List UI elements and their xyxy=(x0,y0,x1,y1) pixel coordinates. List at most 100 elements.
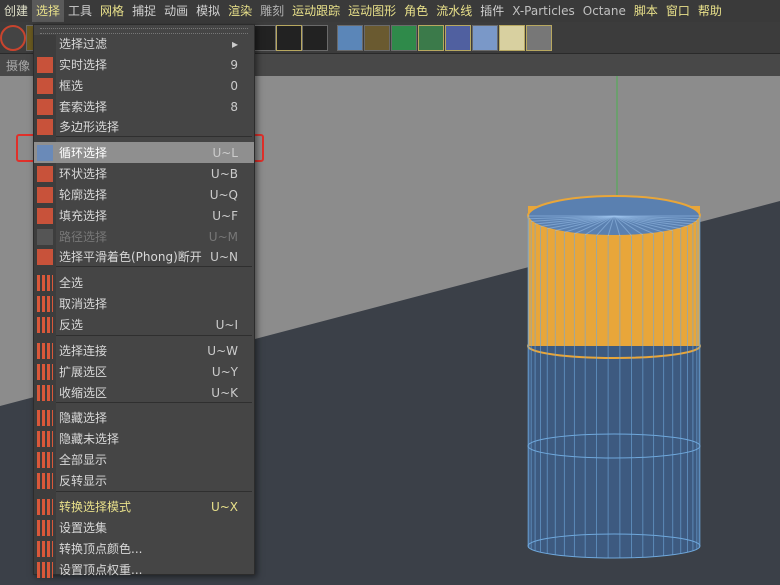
menu-separator xyxy=(56,136,252,137)
menu-item[interactable]: 选择过滤 ▸ xyxy=(34,33,254,54)
menu-item-label: 隐藏选择 xyxy=(59,411,108,425)
menu-item-shortcut: ▸ xyxy=(231,36,238,51)
menu-item[interactable]: 转换选择模式 U~X xyxy=(34,496,254,517)
deselect-icon xyxy=(37,295,53,312)
menu-item-shortcut: U~F xyxy=(212,208,238,223)
menu-item-label: 循环选择 xyxy=(59,146,108,160)
menu-item[interactable]: 路径选择 U~M xyxy=(34,226,254,247)
menu-10[interactable]: 运动图形 xyxy=(344,0,400,22)
menu-15[interactable]: Octane xyxy=(579,0,630,22)
menu-item[interactable]: 反转显示 xyxy=(34,470,254,491)
menu-bar: 创建 选择 工具 网格 捕捉 动画 模拟 渲染 雕刻 运动跟踪 运动图形 角色 流水线 插件 X-Parti… xyxy=(0,0,780,22)
menu-item[interactable]: 反选 U~I xyxy=(34,314,254,335)
menu-item[interactable]: 填充选择 U~F xyxy=(34,205,254,226)
hide-unselected-icon xyxy=(37,430,53,447)
menu-7[interactable]: 渲染 xyxy=(224,0,256,22)
menu-2[interactable]: 工具 xyxy=(64,0,96,22)
none-icon xyxy=(37,36,53,52)
menu-16[interactable]: 脚本 xyxy=(630,0,662,22)
tab-camera[interactable]: 摄像 xyxy=(6,59,30,73)
hide-selected-icon xyxy=(37,409,53,426)
menu-item-shortcut: U~Q xyxy=(209,187,238,202)
convert-selection-icon xyxy=(37,498,53,515)
lasso-select-icon xyxy=(37,98,53,115)
cloner-icon[interactable] xyxy=(418,25,444,51)
floor-icon[interactable] xyxy=(472,25,498,51)
unhide-all-icon xyxy=(37,451,53,468)
menu-8[interactable]: 雕刻 xyxy=(256,0,288,22)
menu-item[interactable]: 实时选择 9 xyxy=(34,54,254,75)
menu-item-label: 取消选择 xyxy=(59,297,108,311)
menu-item-shortcut: U~B xyxy=(210,166,238,181)
render-settings-icon[interactable] xyxy=(302,25,328,51)
menu-3[interactable]: 网格 xyxy=(96,0,128,22)
menu-12[interactable]: 流水线 xyxy=(432,0,476,22)
menu-item-shortcut: U~W xyxy=(207,343,238,358)
ring-select-icon xyxy=(37,165,53,182)
vertex-color-icon xyxy=(37,540,53,557)
cylinder-object xyxy=(527,195,701,559)
menu-item[interactable]: 全部显示 xyxy=(34,449,254,470)
menu-item-label: 收缩选区 xyxy=(59,386,108,400)
menu-item-shortcut: U~M xyxy=(208,229,238,244)
menu-item-label: 反转显示 xyxy=(59,474,108,488)
menu-item[interactable]: 框选 0 xyxy=(34,75,254,96)
menu-1[interactable]: 选择 xyxy=(32,0,65,22)
menu-item[interactable]: 收缩选区 U~K xyxy=(34,382,254,403)
menu-9[interactable]: 运动跟踪 xyxy=(288,0,344,22)
menu-item[interactable]: 套索选择 8 xyxy=(34,96,254,117)
menu-item[interactable]: 隐藏选择 xyxy=(34,407,254,428)
render-picture-icon[interactable] xyxy=(276,25,302,51)
light-icon[interactable] xyxy=(526,25,552,51)
menu-item[interactable]: 轮廓选择 U~Q xyxy=(34,184,254,205)
menu-separator xyxy=(56,266,252,267)
menu-13[interactable]: 插件 xyxy=(476,0,508,22)
deformer-icon[interactable] xyxy=(445,25,471,51)
polygon-select-icon xyxy=(37,118,53,135)
menu-item-label: 选择过滤 xyxy=(59,37,108,51)
menu-item-label: 设置顶点权重... xyxy=(59,563,143,577)
menu-17[interactable]: 窗口 xyxy=(662,0,694,22)
menu-item-label: 全选 xyxy=(59,276,84,290)
menu-18[interactable]: 帮助 xyxy=(694,0,726,22)
menu-item-shortcut: U~X xyxy=(210,499,238,514)
menu-item-label: 实时选择 xyxy=(59,58,108,72)
menu-item[interactable]: 环状选择 U~B xyxy=(34,163,254,184)
pen-icon[interactable] xyxy=(364,25,390,51)
menu-item[interactable]: 隐藏未选择 xyxy=(34,428,254,449)
menu-item-shortcut: U~I xyxy=(215,317,238,332)
menu-0[interactable]: 创建 xyxy=(0,0,32,22)
menu-item-label: 隐藏未选择 xyxy=(59,432,120,446)
menu-item-label: 转换顶点颜色... xyxy=(59,542,143,556)
menu-6[interactable]: 模拟 xyxy=(192,0,224,22)
subdivision-icon[interactable] xyxy=(391,25,417,51)
menu-item[interactable]: 扩展选区 U~Y xyxy=(34,361,254,382)
menu-item[interactable]: 设置顶点权重... xyxy=(34,559,254,580)
menu-item[interactable]: 循环选择 U~L xyxy=(34,142,254,163)
menu-11[interactable]: 角色 xyxy=(400,0,432,22)
menu-item[interactable]: 设置选集 xyxy=(34,517,254,538)
menu-item-label: 全部显示 xyxy=(59,453,108,467)
menu-item-shortcut: U~Y xyxy=(211,364,238,379)
menu-item-label: 轮廓选择 xyxy=(59,188,108,202)
menu-5[interactable]: 动画 xyxy=(160,0,192,22)
menu-item[interactable]: 全选 xyxy=(34,272,254,293)
select-all-icon xyxy=(37,274,53,291)
menu-item[interactable]: 选择平滑着色(Phong)断开 U~N xyxy=(34,246,254,267)
menu-item-label: 设置选集 xyxy=(59,521,108,535)
menu-item[interactable]: 多边形选择 xyxy=(34,116,254,137)
vertex-weight-icon xyxy=(37,561,53,578)
menu-item-shortcut: 0 xyxy=(230,78,238,93)
live-select-tool-icon[interactable] xyxy=(0,25,26,51)
menu-item[interactable]: 取消选择 xyxy=(34,293,254,314)
invert-select-icon xyxy=(37,316,53,333)
menu-4[interactable]: 捕捉 xyxy=(128,0,160,22)
grow-selection-icon xyxy=(37,363,53,380)
cube-icon[interactable] xyxy=(337,25,363,51)
camera-icon[interactable] xyxy=(499,25,525,51)
menu-item-label: 选择连接 xyxy=(59,344,108,358)
menu-item[interactable]: 选择连接 U~W xyxy=(34,340,254,361)
menu-item[interactable]: 转换顶点颜色... xyxy=(34,538,254,559)
menu-separator xyxy=(56,335,252,336)
menu-14[interactable]: X-Particles xyxy=(508,0,579,22)
